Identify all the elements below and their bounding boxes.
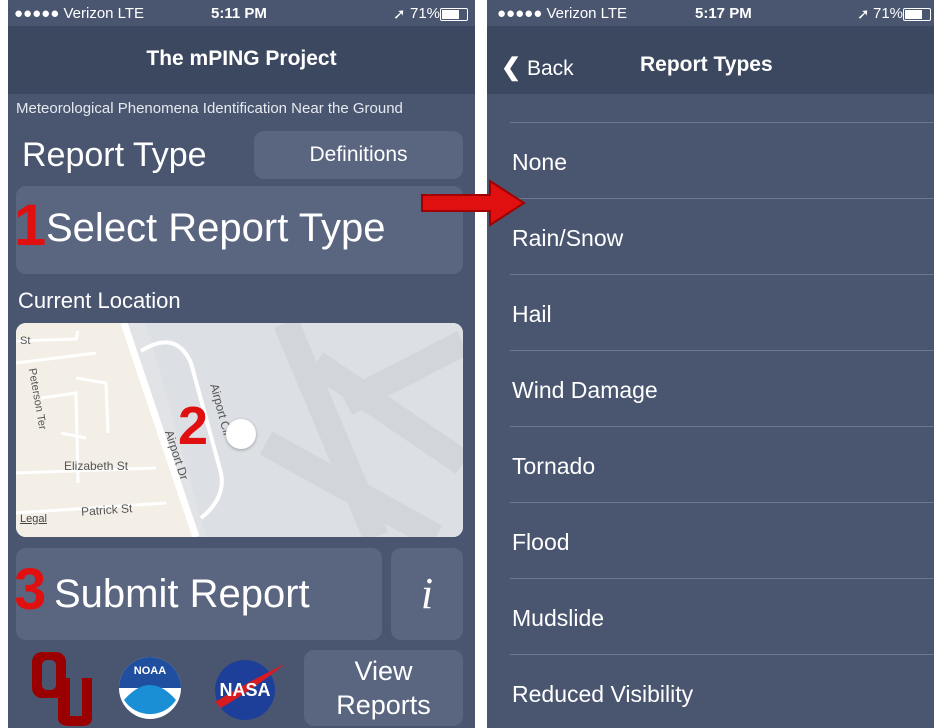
list-item-label: Mudslide [512,605,605,631]
battery-percent: 71% [410,5,441,22]
nasa-logo[interactable]: NASA [211,656,287,727]
current-location-heading: Current Location [18,288,181,313]
nasa-logo-icon: NASA [215,660,285,720]
step-3-annotation: 3 [14,557,47,622]
status-bar: ●●●●● Verizon LTE 5:11 PM ➚ 71% [8,0,475,26]
noaa-logo-icon: NOAA [119,657,181,719]
mping-home-screen: The mPING Project ●●●●● Verizon LTE 5:11… [8,0,475,728]
carrier-label: ●●●●● Verizon LTE [14,5,145,22]
step-2-annotation: 2 [178,396,209,456]
select-report-type-label: Select Report Type [46,206,386,250]
map-street-label: Elizabeth St [64,459,129,473]
list-item-label: Rain/Snow [512,225,624,251]
battery-icon [903,8,931,21]
svg-text:NASA: NASA [219,680,270,700]
list-item-partial[interactable] [487,47,934,123]
status-time: 5:11 PM [211,5,267,22]
svg-text:NOAA: NOAA [134,665,166,677]
carrier-label: ●●●●● Verizon LTE [497,5,628,22]
submit-report-label: Submit Report [54,572,310,616]
view-reports-label-line2: Reports [336,690,431,720]
report-type-heading: Report Type [22,136,207,174]
list-item[interactable]: None [487,123,934,199]
status-bar: ●●●●● Verizon LTE 5:17 PM ➚ 71% [487,0,934,26]
list-item[interactable]: Rain/Snow [487,199,934,275]
definitions-button[interactable]: Definitions [254,131,463,179]
navigation-bar: The mPING Project [8,26,475,94]
noaa-logo[interactable]: NOAA [118,656,182,725]
app-subtitle: Meteorological Phenomena Identification … [16,100,403,117]
view-reports-label-line1: View [354,656,413,686]
location-arrow-icon: ➚ [393,6,406,23]
list-item-label: Hail [512,301,552,327]
select-report-type-button[interactable]: Select Report Type [16,186,463,274]
location-arrow-icon: ➚ [857,6,870,23]
battery-percent: 71% [873,5,904,22]
battery-icon [440,8,468,21]
list-item[interactable]: Wind Damage [487,351,934,427]
status-time: 5:17 PM [695,5,752,22]
list-item-label: None [512,149,567,175]
list-item[interactable]: Tornado [487,427,934,503]
list-item[interactable]: Flood [487,503,934,579]
report-types-screen: ❮ Back Report Types ●●●●● Verizon LTE 5:… [487,0,934,728]
report-types-list: None Rain/Snow Hail Wind Damage Tornado … [487,94,934,728]
ou-logo-icon [32,652,92,726]
app-title: The mPING Project [146,47,337,70]
arrow-right-icon [421,179,526,227]
submit-report-button[interactable]: Submit Report [16,548,382,640]
location-pin-icon [226,419,256,449]
map-legal-link[interactable]: Legal [20,513,47,525]
list-item[interactable]: Mudslide [487,579,934,655]
view-reports-button[interactable]: View Reports [304,650,463,726]
list-item-label: Tornado [512,453,596,479]
list-item-label: Reduced Visibility [512,681,694,707]
location-map[interactable]: St Peterson Ter Elizabeth St Patrick St … [16,323,463,537]
map-street-label: St [20,335,31,347]
list-item[interactable]: Hail [487,275,934,351]
list-item[interactable]: Reduced Visibility [487,655,934,728]
info-button[interactable]: i [391,548,463,640]
step-1-annotation: 1 [14,193,47,258]
list-item-label: Wind Damage [512,377,658,403]
ou-logo[interactable] [28,650,94,728]
list-item-label: Flood [512,529,570,555]
